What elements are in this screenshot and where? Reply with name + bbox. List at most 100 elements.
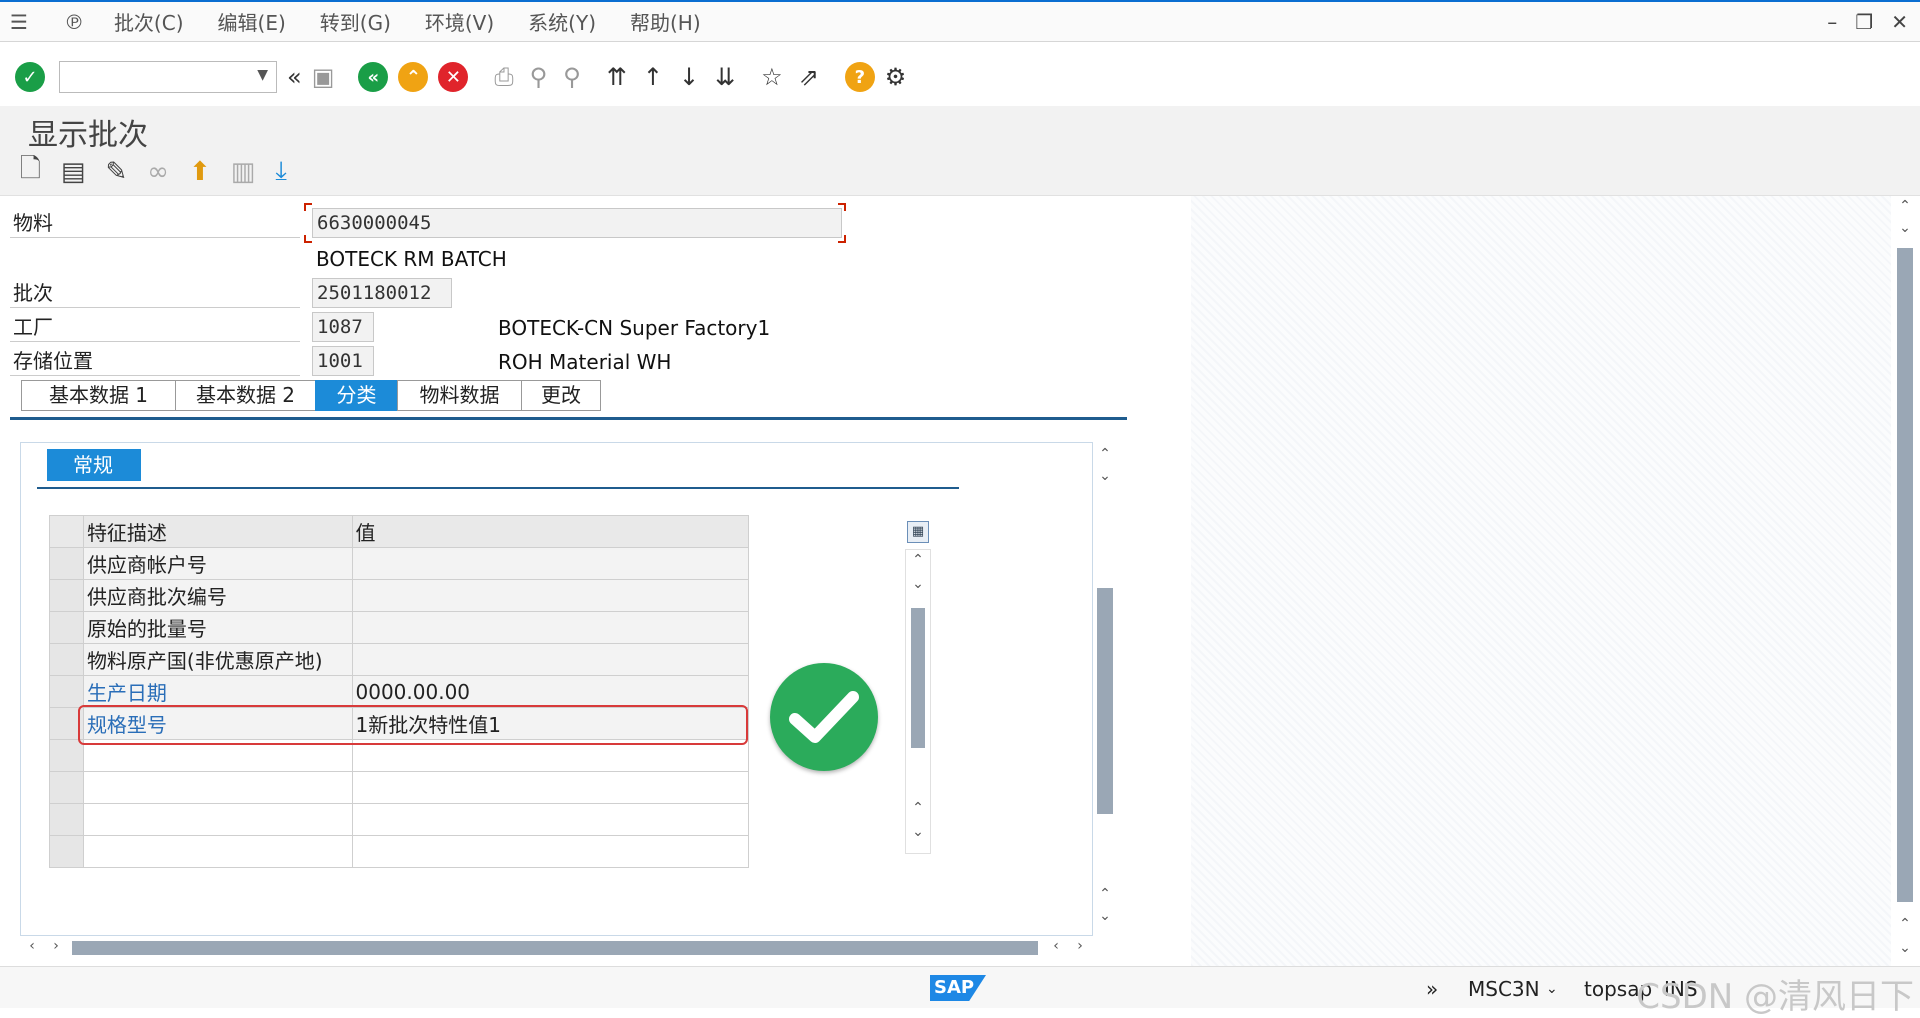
shortcut-icon[interactable]: ⇗ — [799, 63, 819, 91]
minimize-icon[interactable]: – — [1827, 10, 1837, 34]
last-page-icon[interactable]: ⇊ — [715, 63, 735, 91]
restore-icon[interactable]: ❐ — [1855, 10, 1873, 34]
scroll-left-icon[interactable]: ‹ — [1046, 938, 1066, 954]
row-selector[interactable] — [49, 643, 84, 676]
row-selector[interactable] — [49, 803, 84, 836]
scroll-thumb[interactable] — [1897, 248, 1913, 902]
plant-field[interactable]: 1087 — [312, 312, 374, 342]
status-bar: SAP » MSC3N ⌄ topsap INS CSDN @清风日下 — [0, 966, 1920, 1017]
tab-basic-data-2[interactable]: 基本数据 2 — [175, 380, 315, 411]
checkmark-icon — [789, 691, 859, 743]
new-document-icon[interactable]: 🗋 — [20, 150, 41, 194]
characteristic-value[interactable] — [351, 547, 749, 580]
transport-icon[interactable]: ⬆ — [189, 157, 211, 187]
find-next-icon[interactable]: ⚲ — [563, 63, 581, 91]
display-list-icon[interactable]: ▤ — [61, 157, 86, 187]
column-settings-icon[interactable]: ▦ — [907, 521, 929, 543]
row-selector[interactable] — [49, 675, 84, 708]
exit-icon[interactable]: ⌃ — [398, 62, 429, 92]
characteristic-value[interactable] — [351, 643, 749, 676]
scroll-up-icon[interactable]: ⌃ — [1095, 446, 1115, 462]
row-selector[interactable] — [49, 771, 84, 804]
close-icon[interactable]: ✕ — [1891, 10, 1908, 34]
tab-classification[interactable]: 分类 — [315, 380, 397, 411]
chevron-down-icon[interactable]: ⌄ — [1546, 981, 1558, 997]
scroll-down-icon[interactable]: ⌄ — [1095, 468, 1115, 484]
empty-cell[interactable] — [351, 803, 749, 836]
glasses-icon[interactable]: ∞ — [147, 157, 169, 187]
empty-cell[interactable] — [351, 771, 749, 804]
enter-icon[interactable]: ✓ — [15, 62, 45, 92]
scroll-right-icon[interactable]: › — [46, 938, 66, 954]
help-icon[interactable]: ? — [844, 62, 875, 92]
characteristic-value[interactable] — [351, 611, 749, 644]
tab-general[interactable]: 常规 — [47, 449, 141, 481]
scroll-thumb[interactable] — [1097, 588, 1113, 814]
empty-cell[interactable] — [351, 835, 749, 868]
row-selector[interactable] — [49, 835, 84, 868]
chevron-down-icon[interactable]: ▼ — [257, 67, 268, 83]
row-selector[interactable] — [49, 739, 84, 772]
sap-menu-icon[interactable]: ℗ — [64, 10, 84, 34]
empty-cell[interactable] — [82, 803, 353, 836]
row-selector[interactable] — [49, 611, 84, 644]
scroll-right-icon[interactable]: › — [1070, 938, 1090, 954]
table-scrollbar[interactable]: ⌃ ⌄ ⌃ ⌄ — [905, 549, 931, 854]
menu-system[interactable]: 系统(Y) — [528, 7, 596, 36]
main-scrollbar[interactable]: ⌃ ⌄ ⌃ ⌄ — [1894, 196, 1916, 966]
cancel-icon[interactable]: ✕ — [438, 62, 469, 92]
row-selector[interactable] — [49, 547, 84, 580]
characteristic-value[interactable]: 0000.00.00 — [351, 675, 749, 708]
download-icon[interactable]: ⤓ — [275, 156, 287, 187]
menu-environment[interactable]: 环境(V) — [425, 7, 494, 36]
print-icon[interactable]: ⎙ — [494, 63, 513, 91]
command-field[interactable]: ▼ — [59, 61, 277, 93]
scroll-down-icon[interactable]: ⌄ — [1895, 940, 1915, 956]
window-menu-icon[interactable]: ☰ — [10, 10, 28, 34]
document-stack-icon[interactable]: ▥ — [231, 157, 256, 187]
scroll-down-icon[interactable]: ⌄ — [1095, 908, 1115, 924]
first-page-icon[interactable]: ⇈ — [607, 63, 627, 91]
previous-page-icon[interactable]: ↑ — [643, 63, 663, 91]
panel-scrollbar[interactable]: ⌃ ⌄ ⌃ ⌄ — [1094, 442, 1116, 936]
batch-field[interactable]: 2501180012 — [312, 278, 452, 308]
row-selector[interactable] — [49, 579, 84, 612]
scroll-left-icon[interactable]: ‹ — [22, 938, 42, 954]
menu-help[interactable]: 帮助(H) — [630, 7, 701, 36]
edit-pencil-icon[interactable]: ✎ — [105, 157, 127, 187]
save-icon[interactable]: ▣ — [312, 63, 335, 91]
menu-batch[interactable]: 批次(C) — [114, 7, 184, 36]
scroll-up-icon[interactable]: ⌃ — [908, 552, 928, 568]
tab-material-data[interactable]: 物料数据 — [397, 380, 521, 411]
scroll-down-icon[interactable]: ⌄ — [1895, 220, 1915, 236]
select-all-cell[interactable] — [49, 515, 84, 548]
settings-gear-icon[interactable]: ⚙ — [885, 63, 907, 91]
scroll-up-icon[interactable]: ⌃ — [1895, 916, 1915, 932]
scroll-thumb[interactable] — [72, 941, 1038, 955]
next-page-icon[interactable]: ↓ — [679, 63, 699, 91]
system-toolbar: ✓ ▼ « ▣ « ⌃ ✕ ⎙ ⚲ ⚲ ⇈ ↑ ↓ ⇊ ☆ ⇗ ? ⚙ — [0, 48, 1920, 106]
menu-goto[interactable]: 转到(G) — [320, 7, 391, 36]
double-chevron-left-icon[interactable]: « — [287, 63, 302, 91]
scroll-up-icon[interactable]: ⌃ — [908, 800, 928, 816]
characteristic-description-link[interactable]: 生产日期 — [82, 675, 353, 708]
column-header-value[interactable]: 值 — [351, 515, 749, 548]
expand-status-icon[interactable]: » — [1426, 977, 1438, 1001]
find-icon[interactable]: ⚲ — [530, 63, 548, 91]
scroll-down-icon[interactable]: ⌄ — [908, 576, 928, 592]
empty-cell[interactable] — [82, 771, 353, 804]
column-header-description[interactable]: 特征描述 — [82, 515, 353, 548]
scroll-thumb[interactable] — [911, 608, 925, 748]
back-icon[interactable]: « — [358, 62, 389, 92]
scroll-up-icon[interactable]: ⌃ — [1095, 886, 1115, 902]
tab-changes[interactable]: 更改 — [521, 380, 601, 411]
new-session-icon[interactable]: ☆ — [761, 63, 783, 91]
horizontal-scrollbar[interactable]: ‹ › ‹ › — [22, 938, 1092, 958]
storage-location-field[interactable]: 1001 — [312, 346, 374, 376]
scroll-up-icon[interactable]: ⌃ — [1895, 198, 1915, 214]
empty-cell[interactable] — [82, 835, 353, 868]
menu-edit[interactable]: 编辑(E) — [218, 7, 286, 36]
tab-basic-data-1[interactable]: 基本数据 1 — [21, 380, 175, 411]
characteristic-value[interactable] — [351, 579, 749, 612]
scroll-down-icon[interactable]: ⌄ — [908, 824, 928, 840]
